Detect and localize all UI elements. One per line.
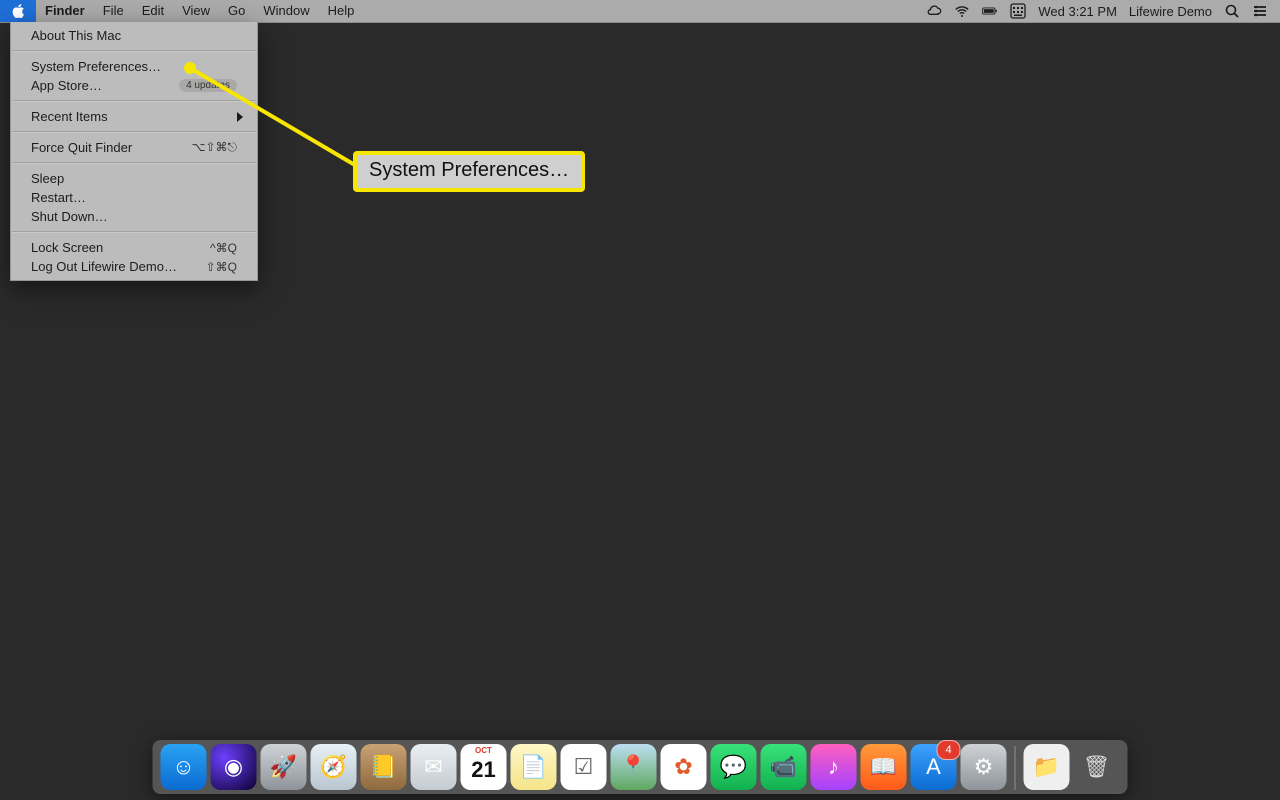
dock-downloads[interactable]: 📁 bbox=[1024, 744, 1070, 790]
menu-separator bbox=[12, 231, 256, 233]
menu-restart[interactable]: Restart… bbox=[11, 188, 257, 207]
app-store-updates-badge: 4 updates bbox=[179, 79, 237, 92]
apple-logo-icon bbox=[12, 4, 25, 18]
dock: ☺◉🚀🧭📒✉OCT21📄☑📍✿💬📹♪📖A4⚙ 📁🗑 bbox=[153, 740, 1128, 794]
dock-launchpad[interactable]: 🚀 bbox=[261, 744, 307, 790]
dock-trash[interactable]: 🗑 bbox=[1074, 744, 1120, 790]
menubar-window[interactable]: Window bbox=[254, 0, 318, 22]
menubar-status-area: Wed 3:21 PM Lifewire Demo bbox=[920, 0, 1280, 22]
menu-sleep[interactable]: Sleep bbox=[11, 169, 257, 188]
menu-log-out[interactable]: Log Out Lifewire Demo…⇧⌘Q bbox=[11, 257, 257, 276]
notification-center-icon[interactable] bbox=[1246, 0, 1274, 22]
dock-separator bbox=[1015, 746, 1016, 790]
menubar-go[interactable]: Go bbox=[219, 0, 254, 22]
menu-shut-down[interactable]: Shut Down… bbox=[11, 207, 257, 226]
menu-separator bbox=[12, 50, 256, 52]
dock-maps[interactable]: 📍 bbox=[611, 744, 657, 790]
apple-menu-button[interactable] bbox=[0, 0, 36, 22]
menu-separator bbox=[12, 131, 256, 133]
dock-facetime[interactable]: 📹 bbox=[761, 744, 807, 790]
input-menu-icon[interactable] bbox=[1004, 0, 1032, 22]
dock-siri[interactable]: ◉ bbox=[211, 744, 257, 790]
apple-menu-dropdown: About This Mac System Preferences… App S… bbox=[10, 22, 258, 281]
dock-calendar[interactable]: OCT21 bbox=[461, 744, 507, 790]
menubar-user[interactable]: Lifewire Demo bbox=[1123, 0, 1218, 22]
dock-notes[interactable]: 📄 bbox=[511, 744, 557, 790]
menu-separator bbox=[12, 100, 256, 102]
menu-force-quit[interactable]: Force Quit Finder⌥⇧⌘⎋ bbox=[11, 138, 257, 157]
menubar-clock[interactable]: Wed 3:21 PM bbox=[1032, 0, 1123, 22]
menu-lock-screen[interactable]: Lock Screen^⌘Q bbox=[11, 238, 257, 257]
creative-cloud-icon[interactable] bbox=[920, 0, 948, 22]
dock-photos[interactable]: ✿ bbox=[661, 744, 707, 790]
menubar: Finder File Edit View Go Window Help Wed… bbox=[0, 0, 1280, 23]
dock-itunes[interactable]: ♪ bbox=[811, 744, 857, 790]
menubar-view[interactable]: View bbox=[173, 0, 219, 22]
dock-appstore[interactable]: A4 bbox=[911, 744, 957, 790]
menubar-file[interactable]: File bbox=[94, 0, 133, 22]
dock-badge: 4 bbox=[937, 740, 961, 760]
dock-finder[interactable]: ☺ bbox=[161, 744, 207, 790]
spotlight-icon[interactable] bbox=[1218, 0, 1246, 22]
dock-contacts[interactable]: 📒 bbox=[361, 744, 407, 790]
menu-recent-items[interactable]: Recent Items bbox=[11, 107, 257, 126]
wifi-icon[interactable] bbox=[948, 0, 976, 22]
menubar-app-name[interactable]: Finder bbox=[36, 0, 94, 22]
menu-about-this-mac[interactable]: About This Mac bbox=[11, 26, 257, 45]
dock-system-preferences[interactable]: ⚙ bbox=[961, 744, 1007, 790]
annotation-callout-text: System Preferences… bbox=[369, 159, 569, 181]
dock-safari[interactable]: 🧭 bbox=[311, 744, 357, 790]
dock-messages[interactable]: 💬 bbox=[711, 744, 757, 790]
menu-app-store[interactable]: App Store…4 updates bbox=[11, 76, 257, 95]
dock-reminders[interactable]: ☑ bbox=[561, 744, 607, 790]
menu-separator bbox=[12, 162, 256, 164]
battery-icon[interactable] bbox=[976, 0, 1004, 22]
annotation-callout: System Preferences… bbox=[353, 151, 585, 192]
dock-mail[interactable]: ✉ bbox=[411, 744, 457, 790]
menu-system-preferences[interactable]: System Preferences… bbox=[11, 57, 257, 76]
menubar-edit[interactable]: Edit bbox=[133, 0, 173, 22]
menubar-help[interactable]: Help bbox=[319, 0, 364, 22]
dock-ibooks[interactable]: 📖 bbox=[861, 744, 907, 790]
